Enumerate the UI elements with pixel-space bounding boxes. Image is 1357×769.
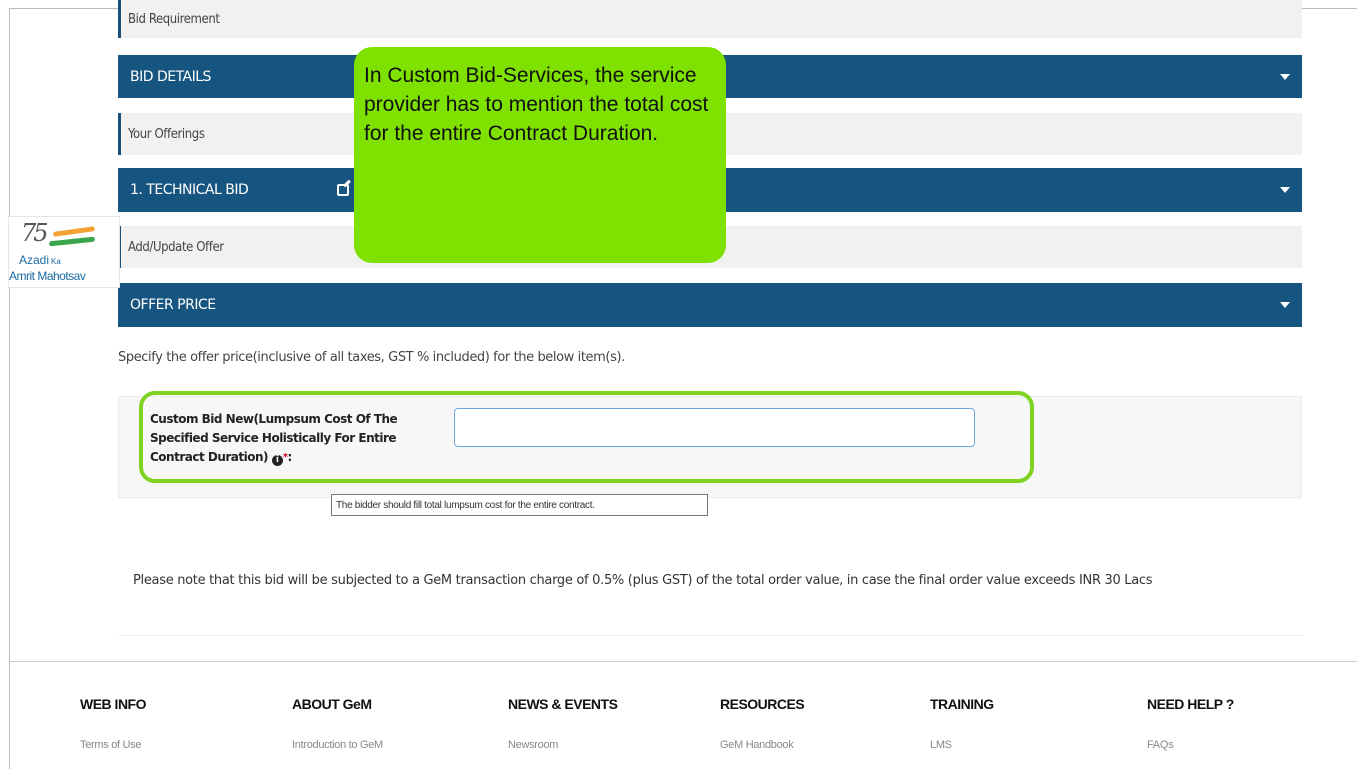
footer-heading: RESOURCES: [720, 696, 805, 712]
footer-divider: [10, 661, 1357, 662]
callout-text: In Custom Bid-Services, the service prov…: [364, 64, 709, 145]
technical-bid-title: 1. TECHNICAL BID: [130, 182, 249, 198]
footer-link-handbook[interactable]: GeM Handbook: [720, 739, 804, 751]
custom-bid-price-input[interactable]: [454, 408, 975, 447]
azadi-ka-amrit-mahotsav-logo: 75 Azadi Ka Amrit Mahotsav: [8, 216, 120, 288]
custom-bid-field-label: Custom Bid New(Lumpsum Cost Of The Speci…: [150, 412, 398, 466]
footer-heading: TRAINING: [930, 696, 994, 712]
footer-link-introduction[interactable]: Introduction to GeM: [292, 739, 383, 751]
flag-swoosh-icon: [45, 226, 99, 247]
logo-number: 75: [21, 219, 48, 247]
logo-line2: Amrit Mahotsav: [9, 269, 86, 283]
add-update-offer-label: Add/Update Offer: [128, 239, 224, 255]
your-offerings-label: Your Offerings: [128, 126, 205, 142]
footer-heading: WEB INFO: [80, 696, 147, 712]
divider: [118, 635, 1302, 636]
footer-col-about-gem: ABOUT GeM Introduction to GeM: [292, 696, 383, 751]
info-tooltip: The bidder should fill total lumpsum cos…: [331, 494, 708, 516]
footer-col-web-info: WEB INFO Terms of Use: [80, 696, 147, 751]
chevron-down-icon[interactable]: [1280, 302, 1290, 308]
label-colon: :: [287, 450, 292, 464]
footer-col-need-help: NEED HELP ? FAQs: [1147, 696, 1234, 751]
edit-icon[interactable]: [337, 184, 349, 196]
bid-details-title: BID DETAILS: [130, 68, 211, 85]
callout-annotation: In Custom Bid-Services, the service prov…: [354, 47, 726, 263]
logo-line1: Azadi Ka: [19, 253, 61, 267]
footer-link-terms[interactable]: Terms of Use: [80, 739, 146, 751]
chevron-down-icon[interactable]: [1280, 187, 1290, 193]
offer-instruction: Specify the offer price(inclusive of all…: [118, 350, 625, 365]
footer-col-news-events: NEWS & EVENTS Newsroom: [508, 696, 618, 751]
offer-price-title: OFFER PRICE: [130, 297, 216, 313]
bid-requirement-strip: Bid Requirement: [118, 0, 1302, 38]
footer-link-faqs[interactable]: FAQs: [1147, 739, 1234, 751]
footer-heading: ABOUT GeM: [292, 696, 372, 712]
footer-heading: NEED HELP ?: [1147, 696, 1234, 712]
offer-price-bar[interactable]: OFFER PRICE: [118, 283, 1302, 327]
chevron-down-icon[interactable]: [1280, 73, 1290, 80]
footer-heading: NEWS & EVENTS: [508, 696, 618, 712]
info-icon[interactable]: i: [271, 455, 283, 466]
bid-requirement-label: Bid Requirement: [128, 11, 220, 27]
footer-link-lms[interactable]: LMS: [930, 739, 994, 751]
footer-col-training: TRAINING LMS: [930, 696, 994, 751]
footer-link-newsroom[interactable]: Newsroom: [508, 739, 617, 751]
footer-col-resources: RESOURCES GeM Handbook: [720, 696, 805, 751]
transaction-charge-note: Please note that this bid will be subjec…: [133, 573, 1153, 588]
